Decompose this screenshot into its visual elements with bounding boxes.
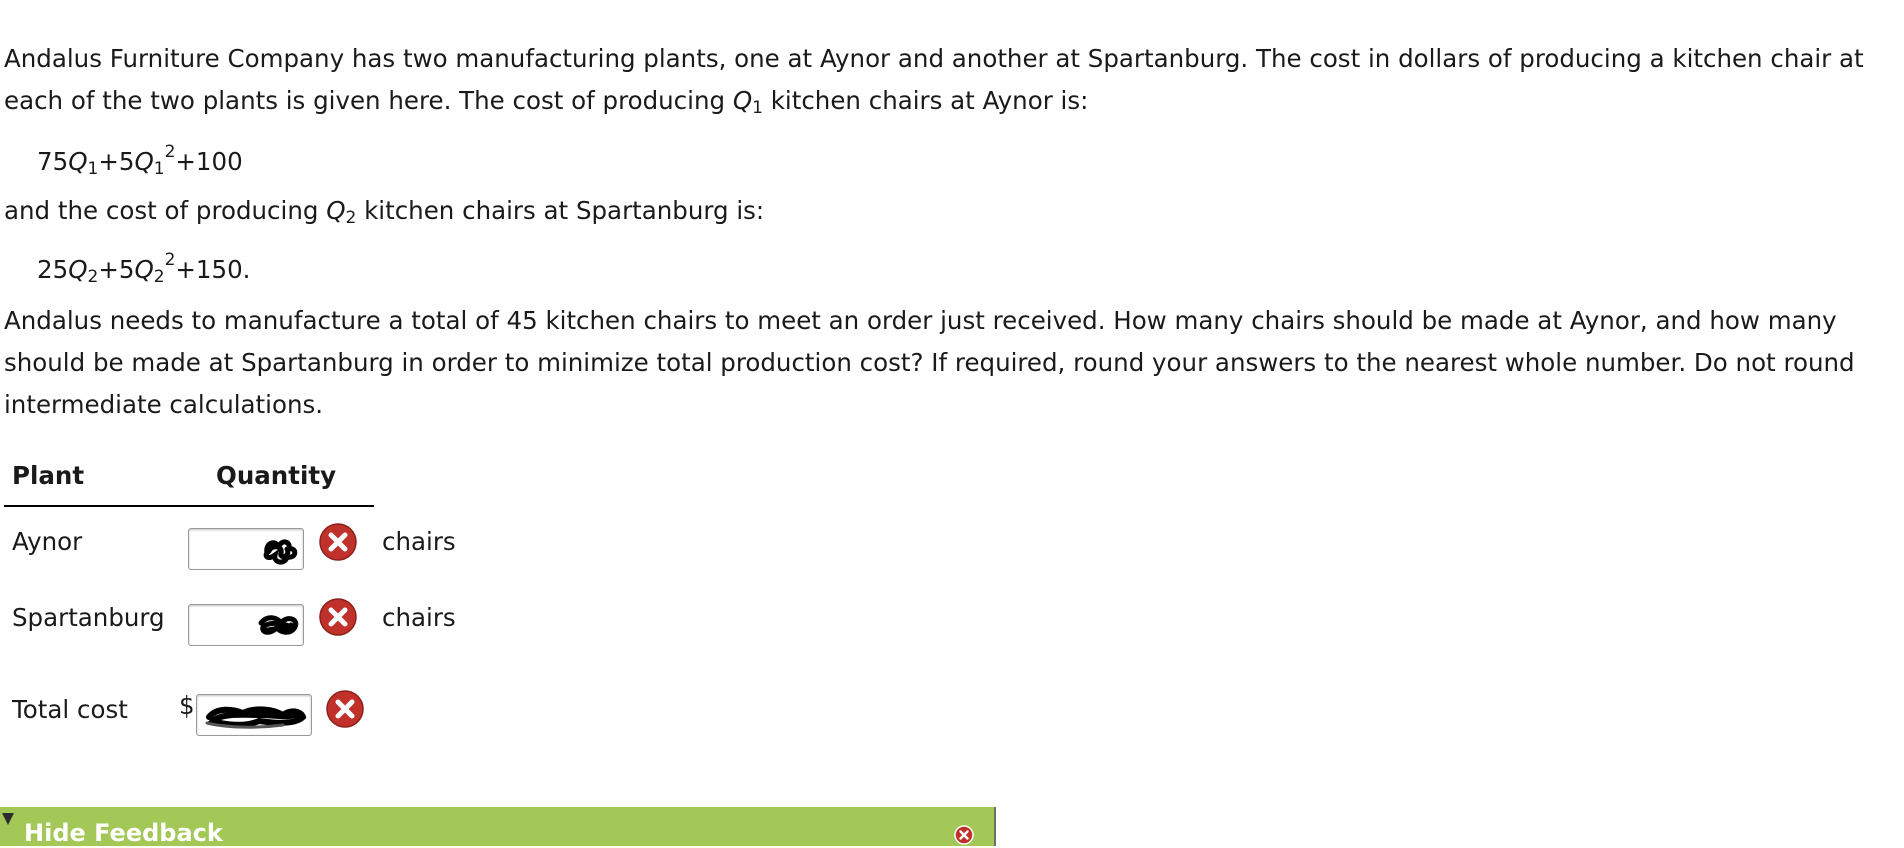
formula2-sub2: 2 bbox=[153, 267, 165, 288]
formula1-coefficient: 75 bbox=[37, 147, 69, 177]
formula2-var2: Q bbox=[134, 255, 154, 285]
spartanburg-quantity-input[interactable] bbox=[188, 604, 304, 646]
close-icon[interactable] bbox=[953, 824, 975, 846]
total-cost-input[interactable] bbox=[196, 694, 312, 736]
formula2-sub1: 2 bbox=[87, 267, 99, 288]
triangle-down-icon[interactable] bbox=[2, 813, 14, 825]
q2-variable: Q bbox=[326, 196, 346, 225]
formula1-var1: Q bbox=[68, 147, 88, 177]
question-page: Andalus Furniture Company has two manufa… bbox=[0, 0, 1904, 848]
formula1-exponent: 2 bbox=[164, 142, 176, 162]
formula1-term2-coef: +5 bbox=[98, 147, 135, 177]
question-line3: intermediate calculations. bbox=[4, 390, 324, 419]
hide-feedback-toggle[interactable]: Hide Feedback bbox=[24, 818, 223, 848]
q1-variable: Q bbox=[732, 86, 753, 115]
intro-line2-text-a: each of the two plants is given here. Th… bbox=[4, 86, 733, 115]
mid-text-a: and the cost of producing bbox=[4, 196, 327, 225]
problem-mid-line: and the cost of producing Q2 kitchen cha… bbox=[4, 190, 1884, 235]
unit-label-aynor: chairs bbox=[382, 527, 456, 556]
spartanburg-quantity-field[interactable] bbox=[189, 605, 303, 645]
question-line2: should be made at Spartanburg in order t… bbox=[4, 348, 1855, 377]
incorrect-x-icon bbox=[319, 523, 357, 561]
problem-intro-line2: each of the two plants is given here. Th… bbox=[4, 80, 1884, 125]
intro-line2-text-b: kitchen chairs at Aynor is: bbox=[762, 86, 1089, 115]
formula2-term2-coef: +5 bbox=[98, 255, 135, 285]
row-label-total-cost: Total cost bbox=[12, 695, 128, 724]
formula2-exponent: 2 bbox=[164, 250, 176, 270]
q2-subscript: 2 bbox=[345, 208, 357, 228]
row-label-aynor: Aynor bbox=[12, 527, 83, 556]
formula1-sub1: 1 bbox=[87, 159, 99, 180]
formula1-sub2: 1 bbox=[153, 159, 165, 180]
formula1-var2: Q bbox=[134, 147, 154, 177]
spartanburg-cost-formula: 25Q2+5Q22+150. bbox=[37, 244, 250, 293]
mid-text-b: kitchen chairs at Spartanburg is: bbox=[356, 196, 765, 225]
aynor-quantity-field[interactable] bbox=[189, 529, 303, 569]
column-header-plant: Plant bbox=[12, 461, 85, 490]
q1-subscript: 1 bbox=[752, 98, 763, 118]
unit-label-spartanburg: chairs bbox=[382, 603, 456, 632]
formula2-coefficient: 25 bbox=[37, 255, 69, 285]
formula1-constant: +100 bbox=[175, 147, 243, 177]
problem-intro-line1: Andalus Furniture Company has two manufa… bbox=[4, 44, 1864, 73]
question-line1: Andalus needs to manufacture a total of … bbox=[4, 306, 1837, 335]
incorrect-x-icon bbox=[319, 598, 357, 636]
incorrect-x-icon bbox=[326, 690, 364, 728]
total-cost-field[interactable] bbox=[197, 695, 311, 735]
column-header-quantity: Quantity bbox=[216, 461, 337, 490]
feedback-bar: Hide Feedback bbox=[0, 807, 996, 848]
header-divider bbox=[4, 505, 374, 507]
currency-symbol: $ bbox=[179, 691, 195, 720]
formula2-constant: +150. bbox=[175, 255, 251, 285]
row-label-spartanburg: Spartanburg bbox=[12, 603, 165, 632]
aynor-quantity-input[interactable] bbox=[188, 528, 304, 570]
aynor-cost-formula: 75Q1+5Q12+100 bbox=[37, 136, 243, 185]
formula2-var1: Q bbox=[68, 255, 88, 285]
